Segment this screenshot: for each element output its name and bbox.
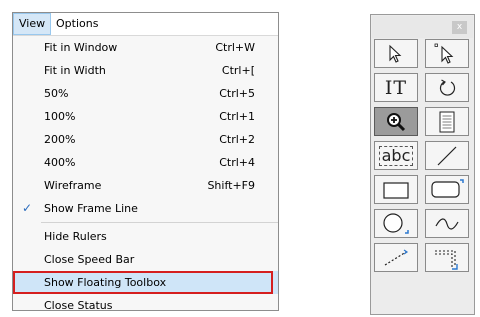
menu-separator — [41, 222, 278, 223]
dotted-line-icon — [384, 249, 409, 266]
view-dropdown: Fit in Window Ctrl+W Fit in Width Ctrl+[… — [13, 36, 278, 317]
menu-item-label: Show Frame Line — [44, 202, 138, 215]
menu-item-shortcut: Ctrl+4 — [219, 156, 255, 169]
page-icon — [439, 111, 455, 132]
menu-item-show-floating-toolbox[interactable]: Show Floating Toolbox — [13, 271, 278, 294]
zoom-in-icon — [387, 112, 406, 131]
line-icon — [437, 146, 457, 165]
menu-item-label: Fit in Width — [44, 64, 106, 77]
menu-item-fit-in-width[interactable]: Fit in Width Ctrl+[ — [13, 59, 278, 82]
dotted-line-tool[interactable] — [374, 243, 418, 272]
menu-item-label: Wireframe — [44, 179, 102, 192]
menu-item-wireframe[interactable]: Wireframe Shift+F9 — [13, 174, 278, 197]
dotted-corner-tool[interactable] — [425, 243, 469, 272]
ellipse-icon — [383, 212, 409, 234]
select-arrow-tool[interactable] — [374, 39, 418, 68]
text-tool-icon: IT — [384, 76, 408, 99]
menu-item-zoom-100[interactable]: 100% Ctrl+1 — [13, 105, 278, 128]
menu-item-close-speed-bar[interactable]: Close Speed Bar — [13, 248, 278, 271]
floating-toolbox: x IT abc — [370, 14, 475, 315]
menubar: View Options — [13, 13, 278, 36]
menu-item-show-frame-line[interactable]: ✓ Show Frame Line — [13, 197, 278, 220]
menu-item-label: Close Status — [44, 299, 113, 312]
menu-item-zoom-400[interactable]: 400% Ctrl+4 — [13, 151, 278, 174]
close-icon[interactable]: x — [452, 21, 467, 34]
label-field-icon: abc — [378, 145, 414, 166]
menu-item-shortcut: Ctrl+5 — [219, 87, 255, 100]
toolbox-title-bar[interactable]: x — [372, 16, 473, 38]
menu-item-zoom-200[interactable]: 200% Ctrl+2 — [13, 128, 278, 151]
page-tool[interactable] — [425, 107, 469, 136]
menu-item-label: 100% — [44, 110, 76, 123]
menu-item-shortcut: Shift+F9 — [207, 179, 255, 192]
rectangle-icon — [383, 181, 409, 199]
menu-item-label: 200% — [44, 133, 76, 146]
menu-view[interactable]: View — [13, 13, 52, 35]
menu-item-label: Hide Rulers — [44, 230, 107, 243]
curve-tool[interactable] — [425, 209, 469, 238]
menu-item-label: 400% — [44, 156, 76, 169]
multi-select-pointer-icon — [434, 43, 454, 64]
rotate-icon — [439, 78, 456, 96]
zoom-tool[interactable] — [374, 107, 418, 136]
menu-item-hide-rulers[interactable]: Hide Rulers — [13, 225, 278, 248]
menu-item-shortcut: Ctrl+1 — [219, 110, 255, 123]
checkmark-icon: ✓ — [22, 201, 33, 215]
line-tool[interactable] — [425, 141, 469, 170]
rotate-tool[interactable] — [425, 73, 469, 102]
arrow-pointer-icon — [389, 44, 402, 63]
menu-item-close-status[interactable]: Close Status — [13, 294, 278, 317]
menu-item-label: Show Floating Toolbox — [44, 276, 167, 289]
menu-options[interactable]: Options — [51, 13, 103, 34]
rounded-rectangle-tool[interactable] — [425, 175, 469, 204]
label-field-tool[interactable]: abc — [374, 141, 418, 170]
rounded-rectangle-icon — [431, 178, 464, 198]
text-tool[interactable]: IT — [374, 73, 418, 102]
menu-item-shortcut: Ctrl+2 — [219, 133, 255, 146]
menu-item-shortcut: Ctrl+[ — [221, 64, 255, 77]
ellipse-tool[interactable] — [374, 209, 418, 238]
multi-select-arrow-tool[interactable] — [425, 39, 469, 68]
view-menu-window: View Options Fit in Window Ctrl+W Fit in… — [12, 12, 279, 312]
dotted-corner-icon — [435, 249, 458, 270]
curve-icon — [435, 217, 459, 230]
menu-item-label: Fit in Window — [44, 41, 118, 54]
menu-item-shortcut: Ctrl+W — [215, 41, 255, 54]
menu-item-label: Close Speed Bar — [44, 253, 135, 266]
menu-item-zoom-50[interactable]: 50% Ctrl+5 — [13, 82, 278, 105]
menu-item-fit-in-window[interactable]: Fit in Window Ctrl+W — [13, 36, 278, 59]
menu-item-label: 50% — [44, 87, 69, 100]
rectangle-tool[interactable] — [374, 175, 418, 204]
